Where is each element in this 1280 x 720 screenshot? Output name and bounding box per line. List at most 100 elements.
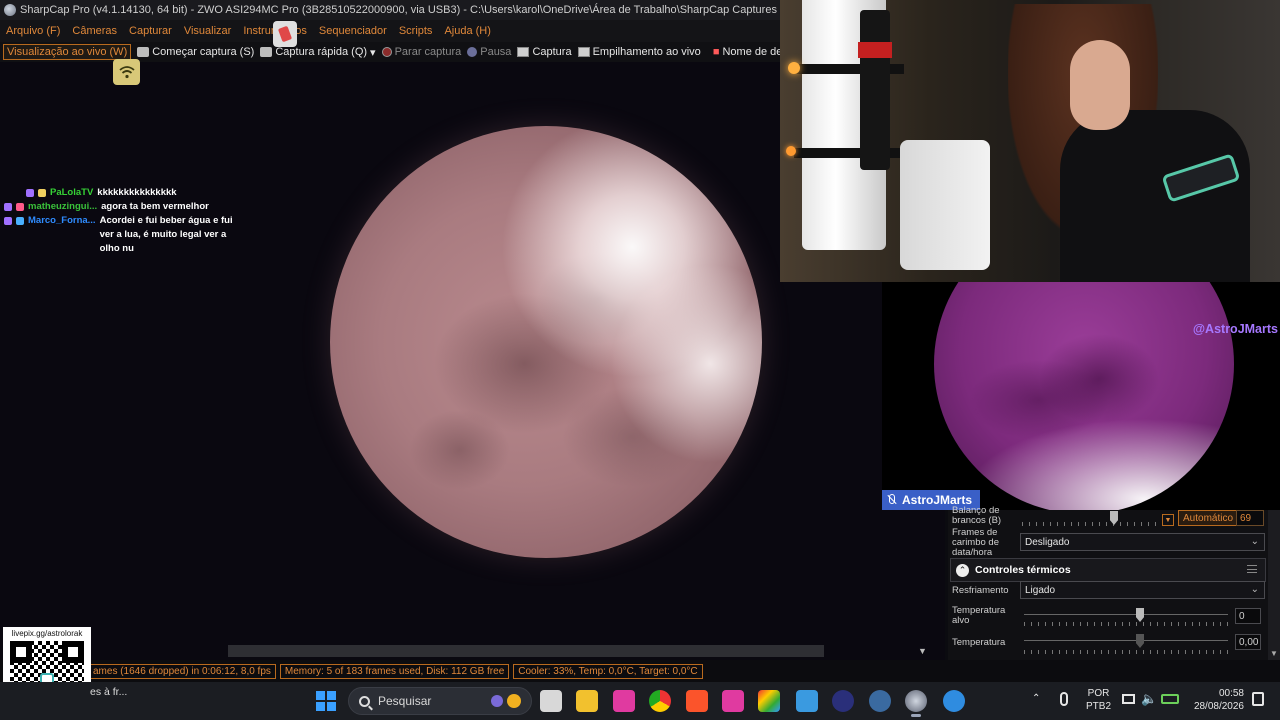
windows-start-icon[interactable] xyxy=(316,691,336,711)
timestamp-frames-label: Frames de carimbo de data/hora xyxy=(952,527,999,558)
stellarium-icon[interactable] xyxy=(832,690,854,712)
language-indicator[interactable]: POR PTB2 xyxy=(1086,687,1111,713)
chevron-down-icon[interactable]: ▾ xyxy=(370,46,376,59)
menu-help[interactable]: Ajuda (H) xyxy=(444,25,490,37)
chat-username: matheuzingui... xyxy=(28,201,98,212)
temperature-slider-thumb xyxy=(1136,634,1144,648)
temperature-value: 0,00 xyxy=(1235,634,1261,650)
pin-icon xyxy=(273,21,297,47)
chrome-icon[interactable] xyxy=(649,690,671,712)
menu-scripts[interactable]: Scripts xyxy=(399,25,433,37)
file-explorer-icon[interactable] xyxy=(576,690,598,712)
task-view-icon[interactable] xyxy=(540,690,562,712)
snapshot-button[interactable]: Captura xyxy=(517,46,572,58)
temperature-label: Temperatura xyxy=(952,637,1006,648)
menu-cameras[interactable]: Câmeras xyxy=(72,25,117,37)
heart-badge-icon xyxy=(16,203,24,211)
target-temp-slider-thumb[interactable] xyxy=(1136,608,1144,622)
white-balance-auto-button[interactable]: Automático xyxy=(1178,510,1239,526)
app-icon[interactable] xyxy=(722,690,744,712)
search-placeholder: Pesquisar xyxy=(378,694,432,708)
telescope-mount xyxy=(900,140,990,270)
menu-bar: Arquivo (F) Câmeras Capturar Visualizar … xyxy=(0,20,780,42)
battery-icon[interactable] xyxy=(1161,694,1179,704)
app-icon[interactable] xyxy=(943,690,965,712)
target-icon: ■ xyxy=(712,46,720,58)
temperature-slider-track xyxy=(1024,640,1228,641)
chat-username: Marco_Forna... xyxy=(28,215,96,226)
video-camera-icon xyxy=(260,47,273,57)
snapshot-icon xyxy=(517,47,530,57)
taskbar: es à fr... Pesquisar ⌃ POR PTB2 🔈 00:58 … xyxy=(0,682,1280,720)
target-temp-value[interactable]: 0 xyxy=(1235,608,1261,624)
collapse-chevron-icon[interactable]: ⌃ xyxy=(956,563,969,577)
chat-message: matheuzingui... agora ta bem vermelhor xyxy=(4,200,244,214)
thermal-controls-header[interactable]: ⌃ Controles térmicos xyxy=(950,558,1266,582)
taskbar-search[interactable]: Pesquisar xyxy=(348,687,532,715)
start-capture-label: Começar captura (S) xyxy=(152,46,255,58)
cooling-label: Resfriamento xyxy=(952,585,1009,596)
astro-camera xyxy=(860,10,890,170)
chat-overlay: PaLolaTV kkkkkkkkkkkkkkk matheuzingui...… xyxy=(4,186,244,256)
start-capture-button[interactable]: Começar captura (S) xyxy=(137,46,254,58)
chevron-down-icon: ⌄ xyxy=(1250,536,1259,547)
network-icon[interactable] xyxy=(1122,694,1135,704)
live-stack-button[interactable]: Empilhamento ao vivo xyxy=(577,46,701,58)
quick-capture-button[interactable]: Captura rápida (Q) ▾ xyxy=(260,46,376,59)
search-highlight-icon xyxy=(507,694,521,708)
moon-image xyxy=(330,126,762,558)
white-balance-value[interactable]: 69 xyxy=(1236,510,1264,526)
pause-button[interactable]: Pausa xyxy=(467,46,511,58)
secondary-moon-feed: @AstroJMarts AstroJMarts xyxy=(882,282,1280,510)
webcam-feed xyxy=(780,0,1280,282)
notifications-icon[interactable] xyxy=(1252,692,1264,706)
scroll-down-arrow-icon[interactable]: ▼ xyxy=(918,646,927,656)
lamp-light xyxy=(786,146,796,156)
keyboard-layout: PTB2 xyxy=(1086,701,1112,712)
quick-capture-label: Captura rápida (Q) xyxy=(275,46,368,58)
target-temp-slider-track[interactable] xyxy=(1024,614,1228,615)
cooling-select[interactable]: Ligado ⌄ xyxy=(1020,581,1265,599)
menu-file[interactable]: Arquivo (F) xyxy=(6,25,60,37)
menu-view[interactable]: Visualizar xyxy=(184,25,232,37)
streamer-body xyxy=(1060,110,1250,282)
chat-message: Marco_Forna... Acordei e fui beber água … xyxy=(4,214,244,256)
brave-icon[interactable] xyxy=(686,690,708,712)
volume-icon[interactable]: 🔈 xyxy=(1141,691,1157,707)
window-title: SharpCap Pro (v4.1.14130, 64 bit) - ZWO … xyxy=(20,4,777,16)
timestamp-frames-select[interactable]: Desligado ⌄ xyxy=(1020,533,1265,551)
live-stack-label: Empilhamento ao vivo xyxy=(592,46,701,58)
target-temp-label: Temperatura alvo xyxy=(952,605,1006,626)
app-icon[interactable] xyxy=(869,690,891,712)
system-clock[interactable]: 00:58 28/08/2026 xyxy=(1192,687,1244,713)
photos-icon[interactable] xyxy=(796,690,818,712)
snapshot-label: Captura xyxy=(532,46,572,58)
camera-red-band xyxy=(858,42,892,58)
live-view-button[interactable]: Visualização ao vivo (W) xyxy=(3,44,132,60)
subscriber-badge-icon xyxy=(4,203,12,211)
taskbar-notification[interactable]: es à fr... xyxy=(90,686,127,698)
streamer-handle: @AstroJMarts xyxy=(1192,322,1278,336)
timestamp-frames-value: Desligado xyxy=(1025,536,1070,548)
app-grid-icon[interactable] xyxy=(758,690,780,712)
search-highlight-icon xyxy=(491,695,503,707)
sharpcap-taskbar-icon[interactable] xyxy=(905,690,927,717)
horizontal-scrollbar[interactable] xyxy=(228,645,824,657)
stack-icon xyxy=(577,47,590,57)
microphone-icon[interactable] xyxy=(1060,692,1068,706)
wifi-icon xyxy=(113,59,140,85)
chevron-up-icon[interactable]: ⌃ xyxy=(1032,693,1040,704)
panel-scrollbar[interactable]: ▼ xyxy=(1268,510,1280,660)
frames-status: ames (1646 dropped) in 0:06:12, 8,0 fps xyxy=(88,663,276,679)
stop-capture-button[interactable]: Parar captura xyxy=(381,46,461,58)
temperature-ticks xyxy=(1024,650,1228,654)
chevron-down-icon[interactable]: ▼ xyxy=(1162,514,1174,526)
chat-text: kkkkkkkkkkkkkkk xyxy=(97,187,177,198)
chat-text: agora ta bem vermelhor xyxy=(101,201,209,212)
onenote-icon[interactable] xyxy=(613,690,635,712)
search-icon xyxy=(359,695,370,707)
menu-sequencer[interactable]: Sequenciador xyxy=(319,25,387,37)
scroll-down-arrow-icon[interactable]: ▼ xyxy=(1270,649,1278,658)
menu-capture[interactable]: Capturar xyxy=(129,25,172,37)
hamburger-menu-icon[interactable] xyxy=(1247,565,1257,573)
